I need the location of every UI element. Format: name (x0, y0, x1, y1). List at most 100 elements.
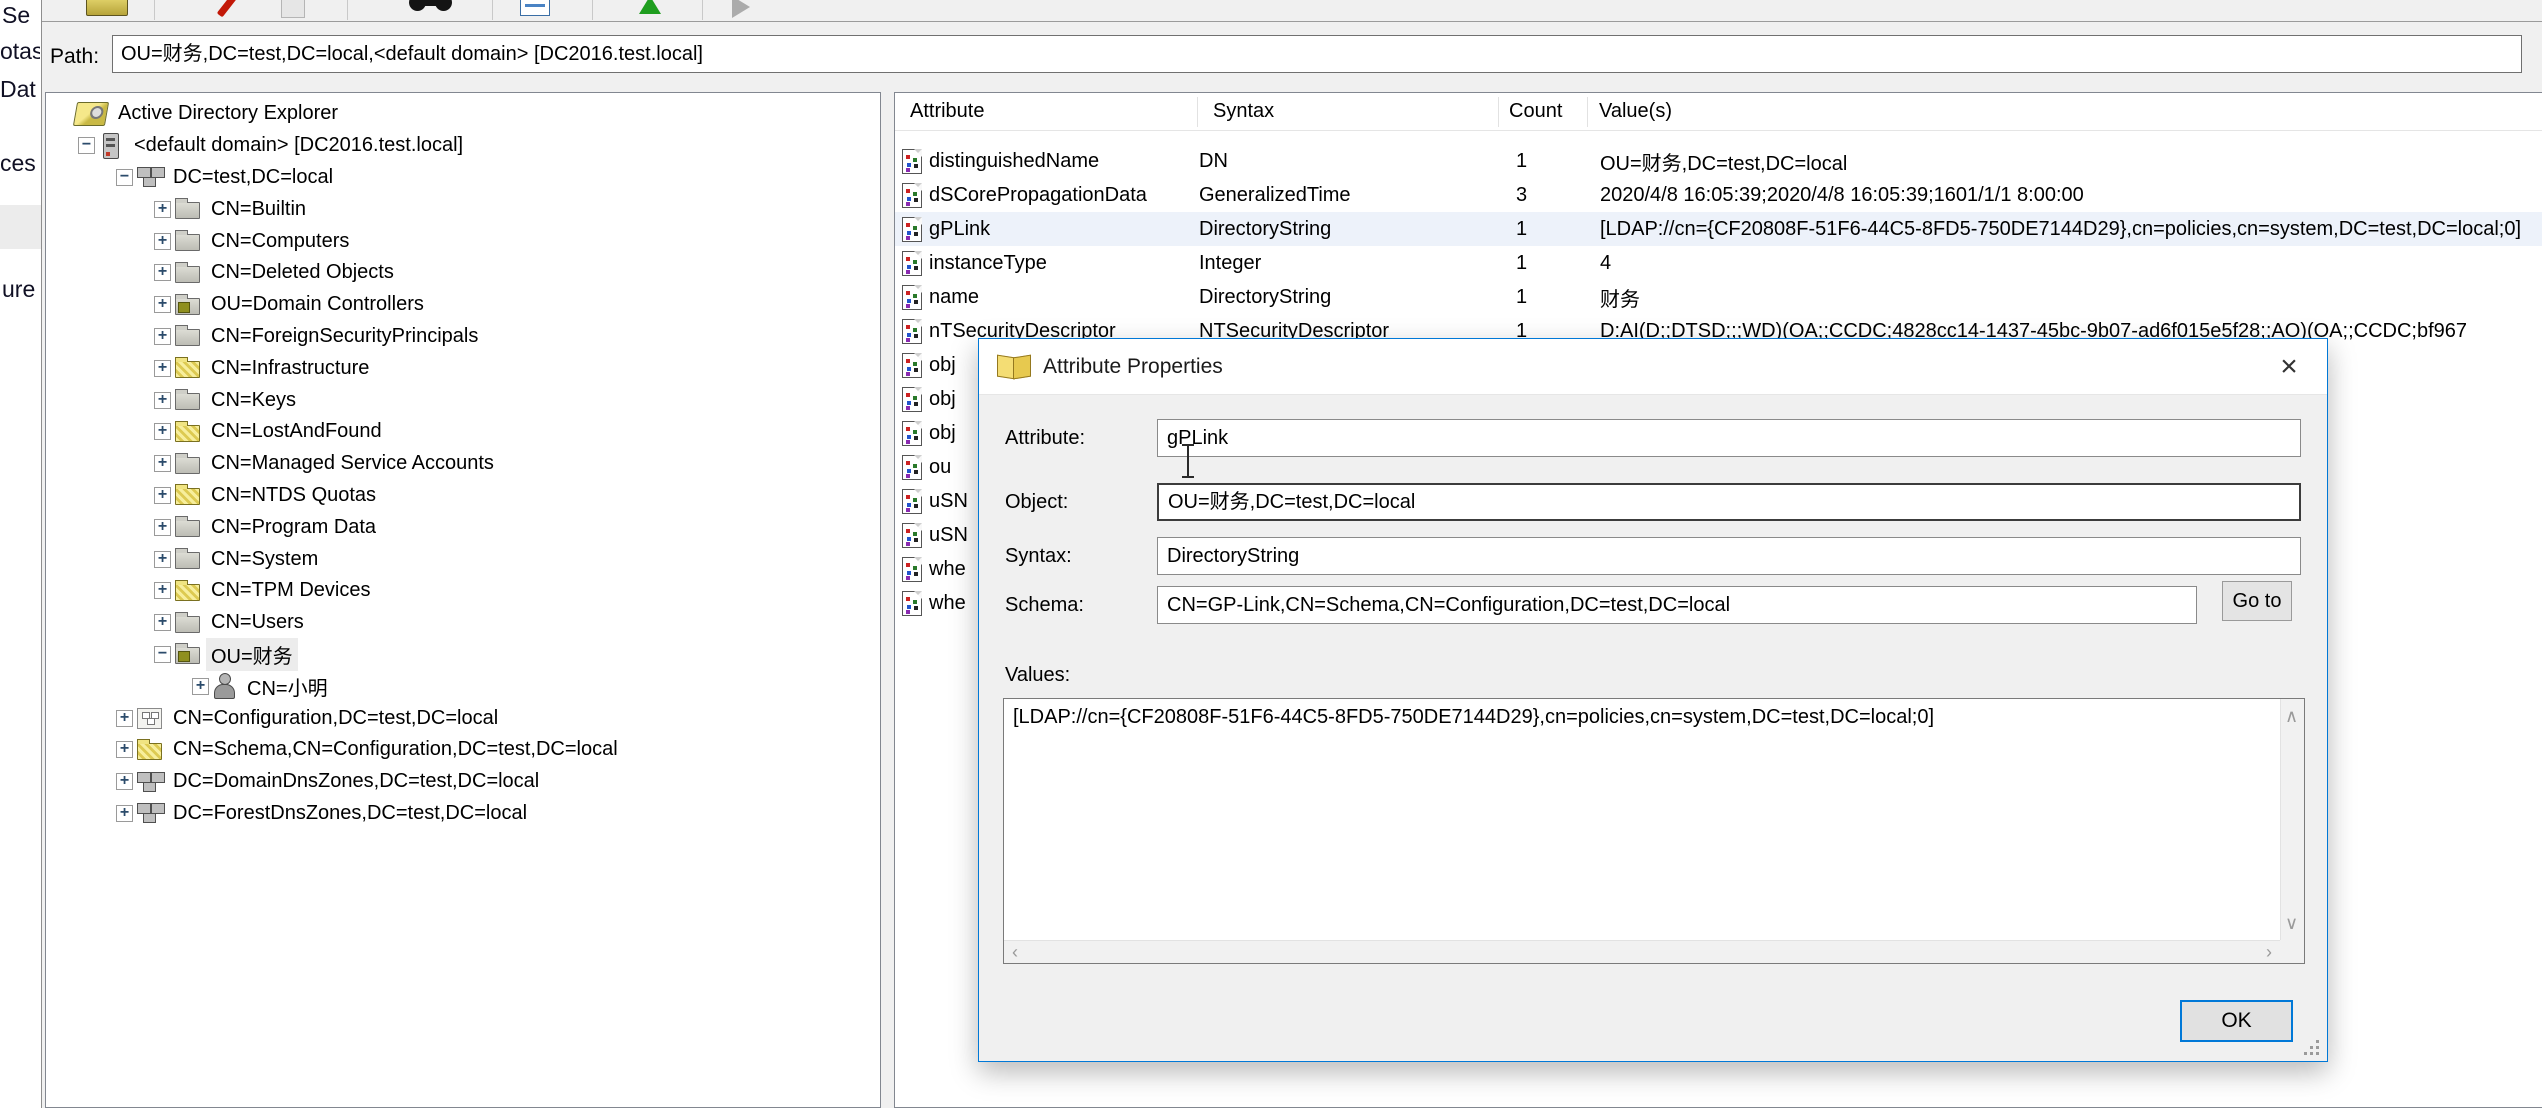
collapse-expander[interactable]: − (116, 169, 133, 186)
table-row[interactable]: instanceType Integer 1 4 (895, 246, 2542, 280)
table-row-gplink-selected[interactable]: gPLink DirectoryString 1 [LDAP://cn={CF2… (895, 212, 2542, 246)
scroll-right-icon[interactable]: › (2266, 943, 2272, 961)
expand-expander[interactable]: + (154, 233, 171, 250)
tree-item-cn-xiaoming[interactable]: +CN=小明 (46, 670, 880, 702)
tree-item-tpm-devices[interactable]: +CN=TPM Devices (46, 575, 880, 607)
expand-expander[interactable]: + (154, 328, 171, 345)
binoculars-icon[interactable] (409, 0, 455, 20)
tree-item-default-domain[interactable]: −<default domain> [DC2016.test.local] (46, 130, 880, 162)
expand-expander[interactable]: + (154, 201, 171, 218)
expand-expander[interactable]: + (116, 805, 133, 822)
object-field[interactable]: OU=财务,DC=test,DC=local (1157, 483, 2301, 521)
close-icon[interactable]: × (2267, 347, 2311, 387)
tree-item-configuration[interactable]: +CN=Configuration,DC=test,DC=local (46, 702, 880, 734)
tree-item-infrastructure[interactable]: +CN=Infrastructure (46, 352, 880, 384)
attribute-field-label: Attribute: (1005, 427, 1085, 450)
attribute-icon (902, 387, 922, 412)
goto-button[interactable]: Go to (2222, 581, 2292, 621)
scroll-left-icon[interactable]: ‹ (1012, 943, 1018, 961)
folder-icon (175, 552, 200, 569)
tree-item-foreign-security-principals[interactable]: +CN=ForeignSecurityPrincipals (46, 321, 880, 353)
tree-item-ntds-quotas[interactable]: +CN=NTDS Quotas (46, 480, 880, 512)
expand-expander[interactable]: + (154, 582, 171, 599)
column-header-attribute[interactable]: Attribute (895, 100, 1197, 123)
folder-icon (175, 457, 200, 474)
tree-item-domain-controllers[interactable]: +OU=Domain Controllers (46, 289, 880, 321)
tree-item-lostandfound[interactable]: +CN=LostAndFound (46, 416, 880, 448)
directory-tree: Active Directory Explorer −<default doma… (46, 98, 880, 829)
collapse-expander[interactable]: − (154, 646, 171, 663)
schema-field[interactable]: CN=GP-Link,CN=Schema,CN=Configuration,DC… (1157, 586, 2197, 624)
expand-expander[interactable]: + (154, 423, 171, 440)
resize-grip-icon[interactable] (2303, 1039, 2319, 1055)
tree-item-schema[interactable]: +CN=Schema,CN=Configuration,DC=test,DC=l… (46, 734, 880, 766)
expand-expander[interactable]: + (154, 487, 171, 504)
attribute-field[interactable]: gPLink (1157, 419, 2301, 457)
tree-item-builtin[interactable]: +CN=Builtin (46, 193, 880, 225)
scroll-up-icon[interactable]: ∧ (2285, 707, 2298, 725)
expand-expander[interactable]: + (154, 551, 171, 568)
expand-expander[interactable]: + (154, 360, 171, 377)
tree-item-domaindnszones[interactable]: +DC=DomainDnsZones,DC=test,DC=local (46, 766, 880, 798)
column-separator[interactable] (1197, 97, 1198, 127)
ok-button[interactable]: OK (2180, 1000, 2293, 1042)
syntax-field[interactable]: DirectoryString (1157, 537, 2301, 575)
attribute-icon (902, 455, 922, 480)
table-row[interactable]: distinguishedName DN 1 OU=财务,DC=test,DC=… (895, 144, 2542, 178)
copy-icon-disabled[interactable] (281, 0, 305, 20)
tree-item-forestdnszones[interactable]: +DC=ForestDnsZones,DC=test,DC=local (46, 798, 880, 830)
column-separator[interactable] (1587, 97, 1588, 127)
ou-folder-icon (175, 647, 200, 664)
open-folder-icon[interactable] (86, 0, 128, 20)
tree-item-dc-test[interactable]: −DC=test,DC=local (46, 162, 880, 194)
expand-expander[interactable]: + (116, 741, 133, 758)
expand-expander[interactable]: + (192, 678, 209, 695)
path-input[interactable]: OU=财务,DC=test,DC=local,<default domain> … (112, 35, 2522, 73)
list-view-icon[interactable] (520, 0, 550, 20)
tree-item-computers[interactable]: +CN=Computers (46, 225, 880, 257)
column-header-count[interactable]: Count (1498, 100, 1587, 123)
path-label: Path: (50, 45, 99, 69)
tree-item-keys[interactable]: +CN=Keys (46, 384, 880, 416)
folder-icon (175, 234, 200, 251)
dialog-title-bar[interactable]: Attribute Properties × (979, 339, 2327, 395)
pane-splitter[interactable] (881, 92, 894, 1108)
tree-item-root[interactable]: Active Directory Explorer (46, 98, 880, 130)
background-text-fragment: otas (0, 38, 40, 65)
tree-item-users[interactable]: +CN=Users (46, 607, 880, 639)
yellow-folder-icon (175, 488, 200, 505)
tree-item-ou-caiwu-selected[interactable]: −OU=财务 (46, 639, 880, 671)
vertical-scrollbar[interactable]: ∧ ∨ (2280, 699, 2304, 940)
column-header-syntax[interactable]: Syntax (1197, 100, 1498, 123)
domain-icon (143, 177, 156, 187)
values-text: [LDAP://cn={CF20808F-51F6-44C5-8FD5-750D… (1013, 706, 2268, 729)
column-separator[interactable] (1498, 97, 1499, 127)
pin-icon[interactable] (224, 0, 231, 20)
tree-item-deleted-objects[interactable]: +CN=Deleted Objects (46, 257, 880, 289)
expand-expander[interactable]: + (154, 519, 171, 536)
expand-expander[interactable]: + (116, 710, 133, 727)
toolbar-separator (154, 0, 155, 20)
scroll-down-icon[interactable]: ∨ (2285, 914, 2298, 932)
table-row[interactable]: dSCorePropagationData GeneralizedTime 3 … (895, 178, 2542, 212)
ou-folder-icon (175, 298, 200, 315)
expand-expander[interactable]: + (154, 614, 171, 631)
collapse-expander[interactable]: − (78, 137, 95, 154)
horizontal-scrollbar[interactable]: ‹ › (1004, 940, 2280, 963)
up-arrow-icon[interactable] (639, 0, 661, 22)
values-textarea[interactable]: [LDAP://cn={CF20808F-51F6-44C5-8FD5-750D… (1003, 698, 2305, 964)
expand-expander[interactable]: + (154, 455, 171, 472)
forward-arrow-icon[interactable] (732, 0, 750, 22)
tree-item-program-data[interactable]: +CN=Program Data (46, 511, 880, 543)
attribute-icon (902, 353, 922, 378)
expand-expander[interactable]: + (116, 773, 133, 790)
expand-expander[interactable]: + (154, 296, 171, 313)
expand-expander[interactable]: + (154, 392, 171, 409)
column-header-values[interactable]: Value(s) (1587, 100, 2542, 123)
folder-icon (175, 393, 200, 410)
table-row[interactable]: name DirectoryString 1 财务 (895, 280, 2542, 314)
expand-expander[interactable]: + (154, 264, 171, 281)
tree-item-system[interactable]: +CN=System (46, 543, 880, 575)
tree-item-managed-service-accounts[interactable]: +CN=Managed Service Accounts (46, 448, 880, 480)
scrollbar-corner (2280, 940, 2304, 963)
